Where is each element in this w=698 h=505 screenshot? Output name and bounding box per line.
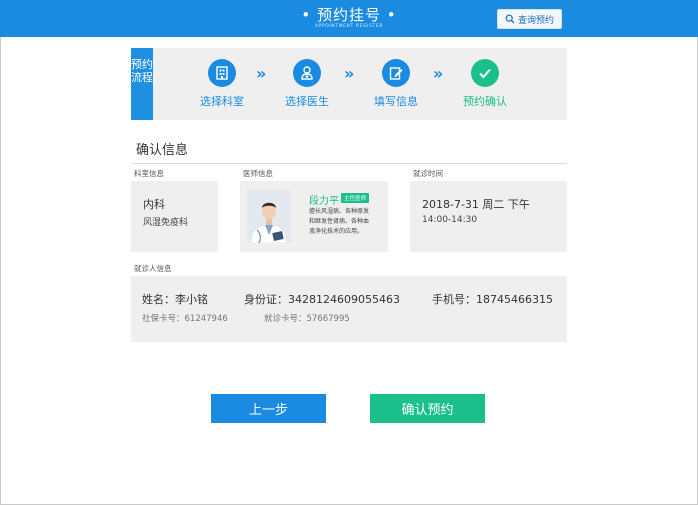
step-arrow: » [344, 64, 354, 83]
step-arrow: » [256, 64, 266, 83]
doctor-description: 擅长风湿病、各种原发 和继发性肾病、各种血 液净化技术的应用。 [309, 207, 389, 237]
check-icon [471, 59, 499, 87]
step-label: 预约确认 [463, 95, 507, 108]
time-card: 2018-7-31 周二 下午 14:00-14:30 [410, 181, 567, 252]
booking-steps: 预约流程 选择科室 » 选择医生 » 填写信息 » 预约确认 [131, 48, 567, 120]
query-appointment-label: 查询预约 [517, 15, 554, 26]
patient-visit-card: 就诊卡号：57667995 [264, 314, 350, 324]
patient-label: 就诊人信息 [134, 264, 172, 273]
step-arrow: » [433, 64, 443, 83]
section-divider [131, 163, 567, 164]
page-title: • 预约挂号 • [301, 6, 397, 24]
doctor-desc-line: 擅长风湿病、各种原发 [309, 208, 370, 215]
appointment-time-range: 14:00-14:30 [422, 215, 478, 225]
appointment-date: 2018-7-31 周二 下午 [422, 198, 530, 211]
edit-icon [382, 59, 410, 87]
department-name: 内科 [143, 198, 165, 211]
step-label: 填写信息 [374, 95, 418, 108]
patient-insurance-card: 社保卡号：61247946 [142, 314, 228, 324]
steps-side-label: 预约流程 [131, 48, 153, 120]
previous-step-button[interactable]: 上一步 [211, 394, 326, 423]
step-label: 选择科室 [200, 95, 244, 108]
patient-id-card: 身份证：3428124609055463 [244, 293, 400, 306]
section-title: 确认信息 [136, 143, 189, 158]
patient-card: 姓名：李小铭 身份证：3428124609055463 手机号：18745466… [131, 276, 567, 342]
department-label: 科室信息 [134, 169, 164, 178]
doctor-desc-line: 和继发性肾病、各种血 [309, 218, 370, 225]
time-label: 就诊时间 [413, 169, 443, 178]
doctor-card: 段力平 主任医师 擅长风湿病、各种原发 和继发性肾病、各种血 液净化技术的应用。 [240, 181, 388, 252]
page-subtitle: APPOINTMENT REGISTER [314, 24, 384, 29]
doctor-photo [247, 190, 291, 243]
step-confirm-appointment: 预约确认 [450, 59, 520, 109]
confirm-appointment-button[interactable]: 确认预约 [370, 394, 485, 423]
doctor-icon [293, 59, 321, 87]
step-select-department: 选择科室 [187, 59, 257, 109]
doctor-label: 医师信息 [243, 169, 273, 178]
step-select-doctor: 选择医生 [272, 59, 342, 109]
patient-phone: 手机号：18745466315 [432, 293, 553, 306]
step-fill-info: 填写信息 [361, 59, 431, 109]
step-label: 选择医生 [285, 95, 329, 108]
doctor-desc-line: 液净化技术的应用。 [309, 228, 364, 235]
patient-name: 姓名：李小铭 [142, 293, 208, 306]
department-card: 内科 风湿免疫科 [131, 181, 218, 252]
search-icon [505, 14, 515, 24]
query-appointment-button[interactable]: 查询预约 [497, 9, 562, 29]
department-subname: 风湿免疫科 [143, 218, 189, 228]
top-header: • 预约挂号 • APPOINTMENT REGISTER 查询预约 [0, 0, 698, 37]
building-icon [208, 59, 236, 87]
doctor-title-badge: 主任医师 [341, 193, 370, 203]
doctor-name: 段力平 [309, 196, 339, 207]
